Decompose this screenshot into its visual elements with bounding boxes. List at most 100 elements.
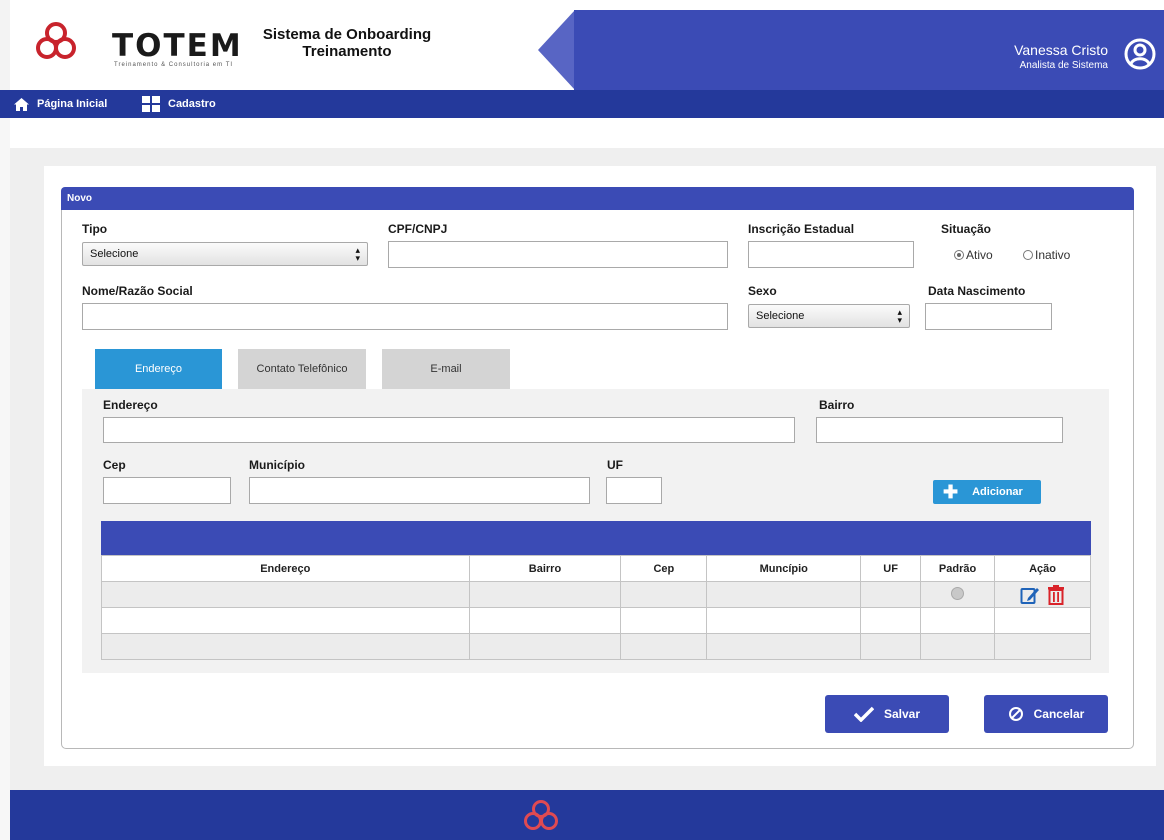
header-notch [538,10,575,90]
add-address-button[interactable]: ✚ Adicionar [933,480,1041,504]
col-acao[interactable]: Ação [994,555,1091,582]
table-cell [101,607,470,634]
sexo-label: Sexo [748,284,777,298]
padrao-radio[interactable] [951,586,965,600]
col-padrao[interactable]: Padrão [920,555,996,582]
table-cell [468,581,622,608]
user-name: Vanessa Cristo [1014,42,1108,58]
table-cell [860,581,922,608]
save-button-label: Salvar [883,707,921,721]
table-cell [706,581,862,608]
sexo-select[interactable]: Selecione ▴ ▾ [748,304,910,328]
table-cell [860,633,922,660]
padrao-cell [920,581,996,608]
table-row[interactable] [101,607,1091,634]
radio-unchecked-icon [1023,250,1033,260]
municipio-label: Município [249,458,305,472]
save-button[interactable]: Salvar [825,695,949,733]
page-left-edge [0,118,10,840]
nav-item-home[interactable]: Página Inicial [14,90,107,118]
panel-title: Novo [61,187,1134,210]
situacao-label: Situação [941,222,992,236]
tab-email[interactable]: E-mail [382,349,510,389]
cep-input[interactable] [103,477,231,504]
main-nav: Página Inicial Cadastro [0,90,1164,118]
col-municipio[interactable]: Muncípio [706,555,862,582]
acao-cell [994,581,1091,608]
cpf-label: CPF/CNPJ [388,222,448,236]
nav-item-label: Cadastro [168,98,216,110]
edit-icon[interactable] [1020,585,1040,605]
uf-label: UF [607,458,623,472]
radio-label: Ativo [966,248,993,262]
table-row[interactable] [101,633,1091,660]
cep-label: Cep [103,458,126,472]
bairro-label: Bairro [819,398,855,412]
table-cell [920,633,996,660]
address-table: Endereço Bairro Cep Muncípio UF Padrão A… [101,555,1091,660]
nome-label: Nome/Razão Social [82,284,193,298]
cancel-button[interactable]: Cancelar [984,695,1108,733]
table-cell [620,633,708,660]
table-cell [101,633,470,660]
app-header: TOTEM Treinamento & Consultoria em TI Si… [0,0,1164,90]
endereco-input[interactable] [103,417,795,443]
app-title: Sistema de Onboarding Treinamento [252,26,442,60]
table-cell [994,633,1091,660]
app-title-line2: Treinamento [302,43,392,60]
endereco-label: Endereço [103,398,158,412]
app-footer [10,790,1164,840]
situacao-ativo-radio[interactable]: Ativo [954,248,993,262]
select-arrows-icon: ▴ ▾ [355,245,360,263]
plus-icon: ✚ [943,482,959,502]
table-cell [994,607,1091,634]
col-cep[interactable]: Cep [620,555,708,582]
table-cell [920,607,996,634]
table-cell [101,581,470,608]
municipio-input[interactable] [249,477,590,504]
home-icon [14,97,29,111]
cancel-button-label: Cancelar [1033,707,1085,721]
col-bairro[interactable]: Bairro [468,555,622,582]
header-edge [0,0,10,90]
nasc-input[interactable] [925,303,1052,330]
nav-item-cadastro[interactable]: Cadastro [142,90,216,118]
radio-checked-icon [954,250,964,260]
check-icon [853,706,874,722]
nav-item-label: Página Inicial [37,98,108,110]
user-avatar-icon[interactable] [1124,38,1156,70]
table-cell [620,581,708,608]
ie-label: Inscrição Estadual [748,222,855,236]
add-button-label: Adicionar [972,486,1023,498]
table-cell [860,607,922,634]
nome-input[interactable] [82,303,728,330]
tab-contato-telefonico[interactable]: Contato Telefônico [238,349,366,389]
tipo-select-value: Selecione [90,248,139,260]
logo-subtitle: Treinamento & Consultoria em TI [114,62,234,68]
tipo-select[interactable]: Selecione ▴ ▾ [82,242,368,266]
logo-rings-icon [36,22,76,59]
col-endereco[interactable]: Endereço [101,555,470,582]
tab-endereco[interactable]: Endereço [95,349,222,389]
table-cell [468,633,622,660]
footer-logo-icon [524,800,558,830]
table-cell [468,607,622,634]
totem-logo[interactable]: TOTEM Treinamento & Consultoria em TI [34,20,244,70]
col-uf[interactable]: UF [860,555,922,582]
table-row[interactable] [101,581,1091,608]
table-cell [706,633,862,660]
bairro-input[interactable] [816,417,1063,443]
radio-label: Inativo [1035,248,1071,262]
logo-wordmark: TOTEM [112,28,243,64]
table-header-row: Endereço Bairro Cep Muncípio UF Padrão A… [101,555,1091,582]
table-cell [620,607,708,634]
cpf-input[interactable] [388,241,728,268]
header-user-band: Vanessa Cristo Analista de Sistema [574,10,1164,90]
uf-input[interactable] [606,477,662,504]
ie-input[interactable] [748,241,914,268]
trash-icon[interactable] [1047,584,1065,605]
cancel-icon [1008,707,1023,721]
situacao-inativo-radio[interactable]: Inativo [1023,248,1070,262]
tipo-label: Tipo [82,222,108,236]
nasc-label: Data Nascimento [928,284,1026,298]
